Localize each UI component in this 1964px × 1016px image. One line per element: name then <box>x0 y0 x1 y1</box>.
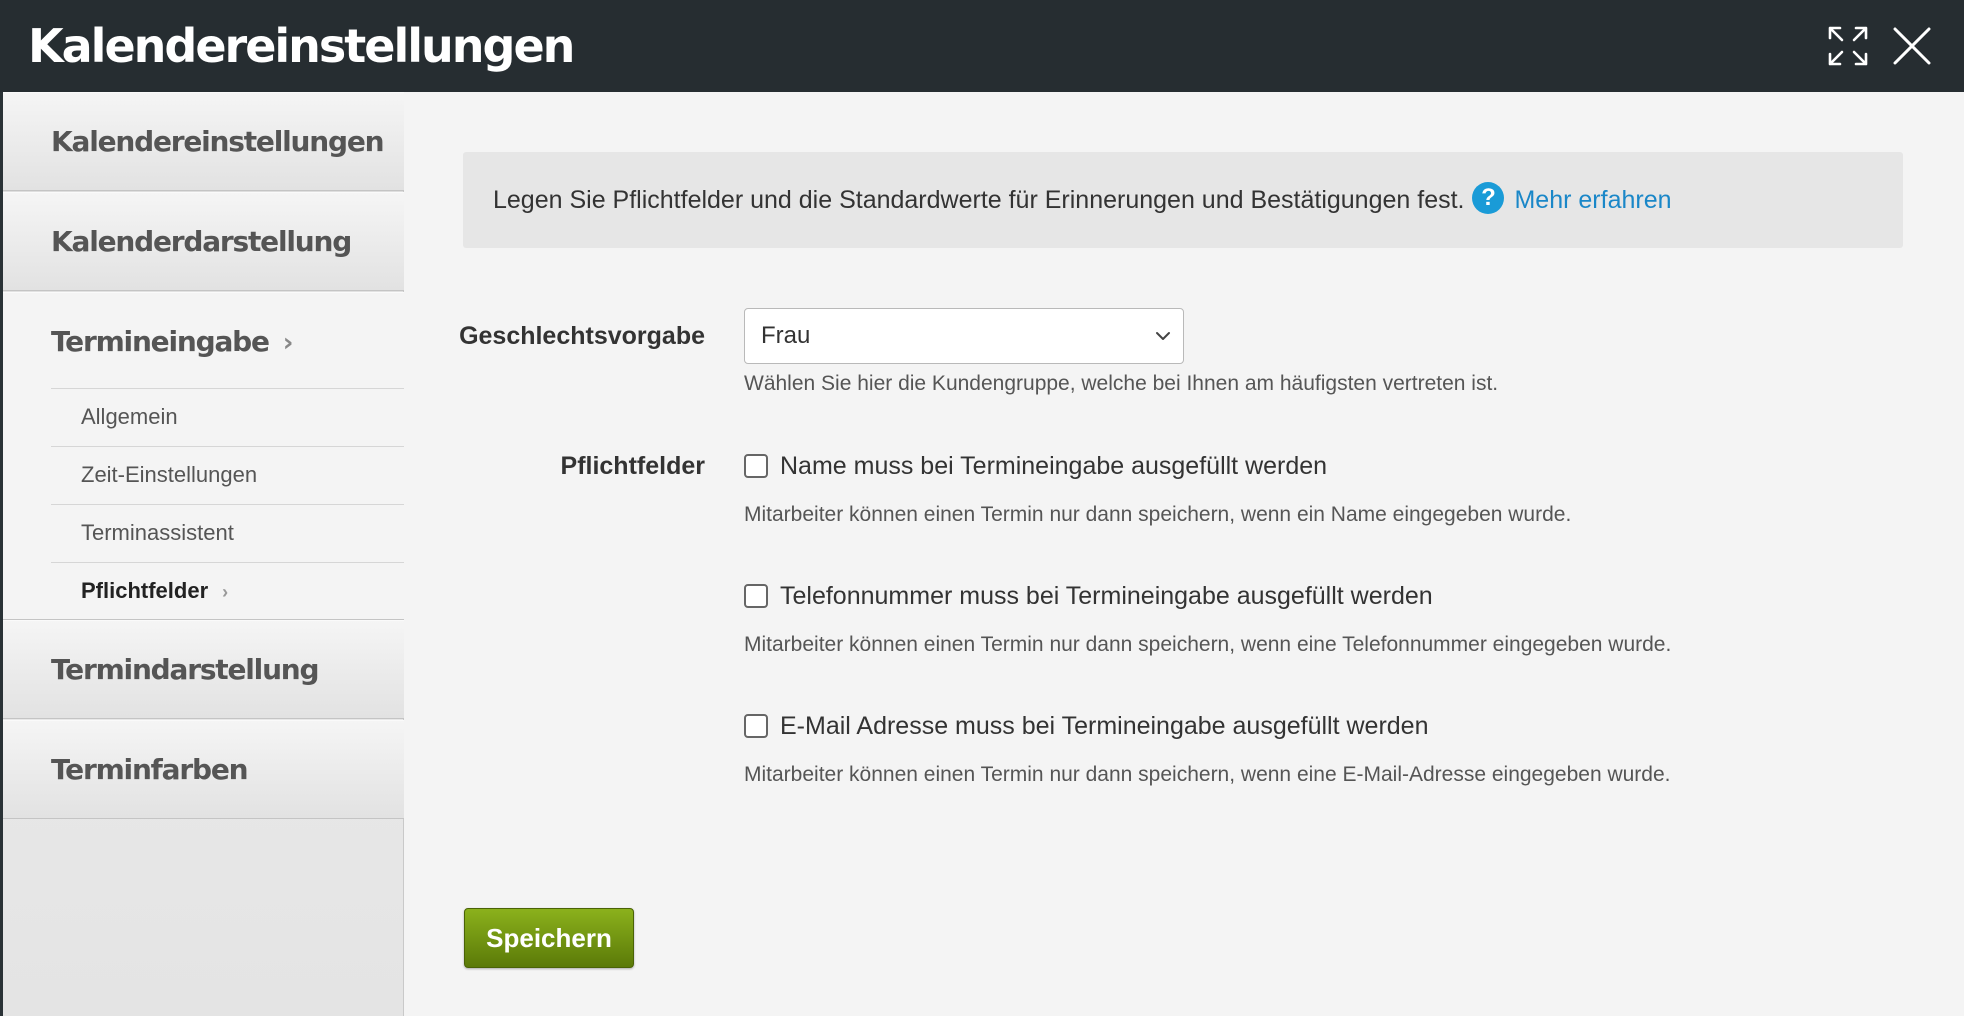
save-button[interactable]: Speichern <box>464 908 634 968</box>
checkbox[interactable] <box>744 454 768 478</box>
sidebar-item-termindarstellung[interactable]: Termindarstellung <box>3 620 404 719</box>
gender-label: Geschlechtsvorgabe <box>459 322 705 350</box>
subnav-item-label: Pflichtfelder <box>81 578 209 603</box>
help-icon[interactable]: ? <box>1472 182 1505 215</box>
sidebar-item-label: Kalenderdarstellung <box>51 225 352 258</box>
sidebar-item-terminfarben[interactable]: Terminfarben <box>3 720 404 819</box>
sidebar-item-termineingabe[interactable]: Termineingabe › <box>3 292 404 391</box>
subnav-item-label: Allgemein <box>81 404 178 429</box>
subnav-item-zeit-einstellungen[interactable]: Zeit-Einstellungen <box>51 446 404 504</box>
gender-select-value: Frau <box>761 322 811 349</box>
info-text-line: Legen Sie Pflichtfelder und die Standard… <box>493 152 1672 248</box>
termineingabe-subnav: Allgemein Zeit-Einstellungen Terminassis… <box>3 388 404 620</box>
sidebar-item-label: Termineingabe <box>51 325 270 358</box>
expand-icon[interactable] <box>1824 22 1872 70</box>
chevron-down-icon <box>1153 326 1173 346</box>
checkbox-hint: Mitarbeiter können einen Termin nur dann… <box>744 503 1572 526</box>
sidebar-item-label-wrap: Termineingabe › <box>51 293 294 392</box>
required-fields-label: Pflichtfelder <box>560 452 705 480</box>
gender-hint: Wählen Sie hier die Kundengruppe, welche… <box>744 372 1499 395</box>
checkbox[interactable] <box>744 584 768 608</box>
subnav-item-label: Terminassistent <box>81 520 234 545</box>
settings-content: Legen Sie Pflichtfelder und die Standard… <box>405 92 1964 1016</box>
window-title: Kalendereinstellungen <box>28 19 575 73</box>
checkbox-label: Telefonnummer muss bei Termineingabe aus… <box>780 582 1433 610</box>
sidebar-item-label: Kalendereinstellungen <box>51 125 385 158</box>
learn-more-link[interactable]: Mehr erfahren <box>1514 186 1671 214</box>
sidebar-item-kalenderdarstellung[interactable]: Kalenderdarstellung <box>3 192 404 291</box>
checkbox-label: E-Mail Adresse muss bei Termineingabe au… <box>780 712 1429 740</box>
chevron-right-icon: › <box>282 328 294 358</box>
gender-select[interactable]: Frau <box>744 308 1184 364</box>
subnav-item-pflichtfelder[interactable]: Pflichtfelder › <box>51 562 404 620</box>
checkbox-hint: Mitarbeiter können einen Termin nur dann… <box>744 763 1671 786</box>
close-icon[interactable] <box>1888 22 1936 70</box>
sidebar-item-label: Termindarstellung <box>51 653 320 686</box>
checkbox[interactable] <box>744 714 768 738</box>
subnav-item-label-wrap: Pflichtfelder › <box>81 563 228 620</box>
settings-sidebar: Kalendereinstellungen Kalenderdarstellun… <box>0 92 404 1016</box>
sidebar-item-kalendereinstellungen[interactable]: Kalendereinstellungen <box>3 92 404 191</box>
checkbox-label: Name muss bei Termineingabe ausgefüllt w… <box>780 452 1328 480</box>
chevron-right-icon: › <box>222 582 229 602</box>
subnav-item-allgemein[interactable]: Allgemein <box>51 388 404 446</box>
subnav-item-label: Zeit-Einstellungen <box>81 462 258 487</box>
sidebar-item-label: Terminfarben <box>51 753 249 786</box>
info-text: Legen Sie Pflichtfelder und die Standard… <box>493 186 1465 214</box>
title-bar: Kalendereinstellungen <box>0 0 1964 92</box>
checkbox-hint: Mitarbeiter können einen Termin nur dann… <box>744 633 1672 656</box>
info-box: Legen Sie Pflichtfelder und die Standard… <box>463 152 1903 248</box>
subnav-item-terminassistent[interactable]: Terminassistent <box>51 504 404 562</box>
